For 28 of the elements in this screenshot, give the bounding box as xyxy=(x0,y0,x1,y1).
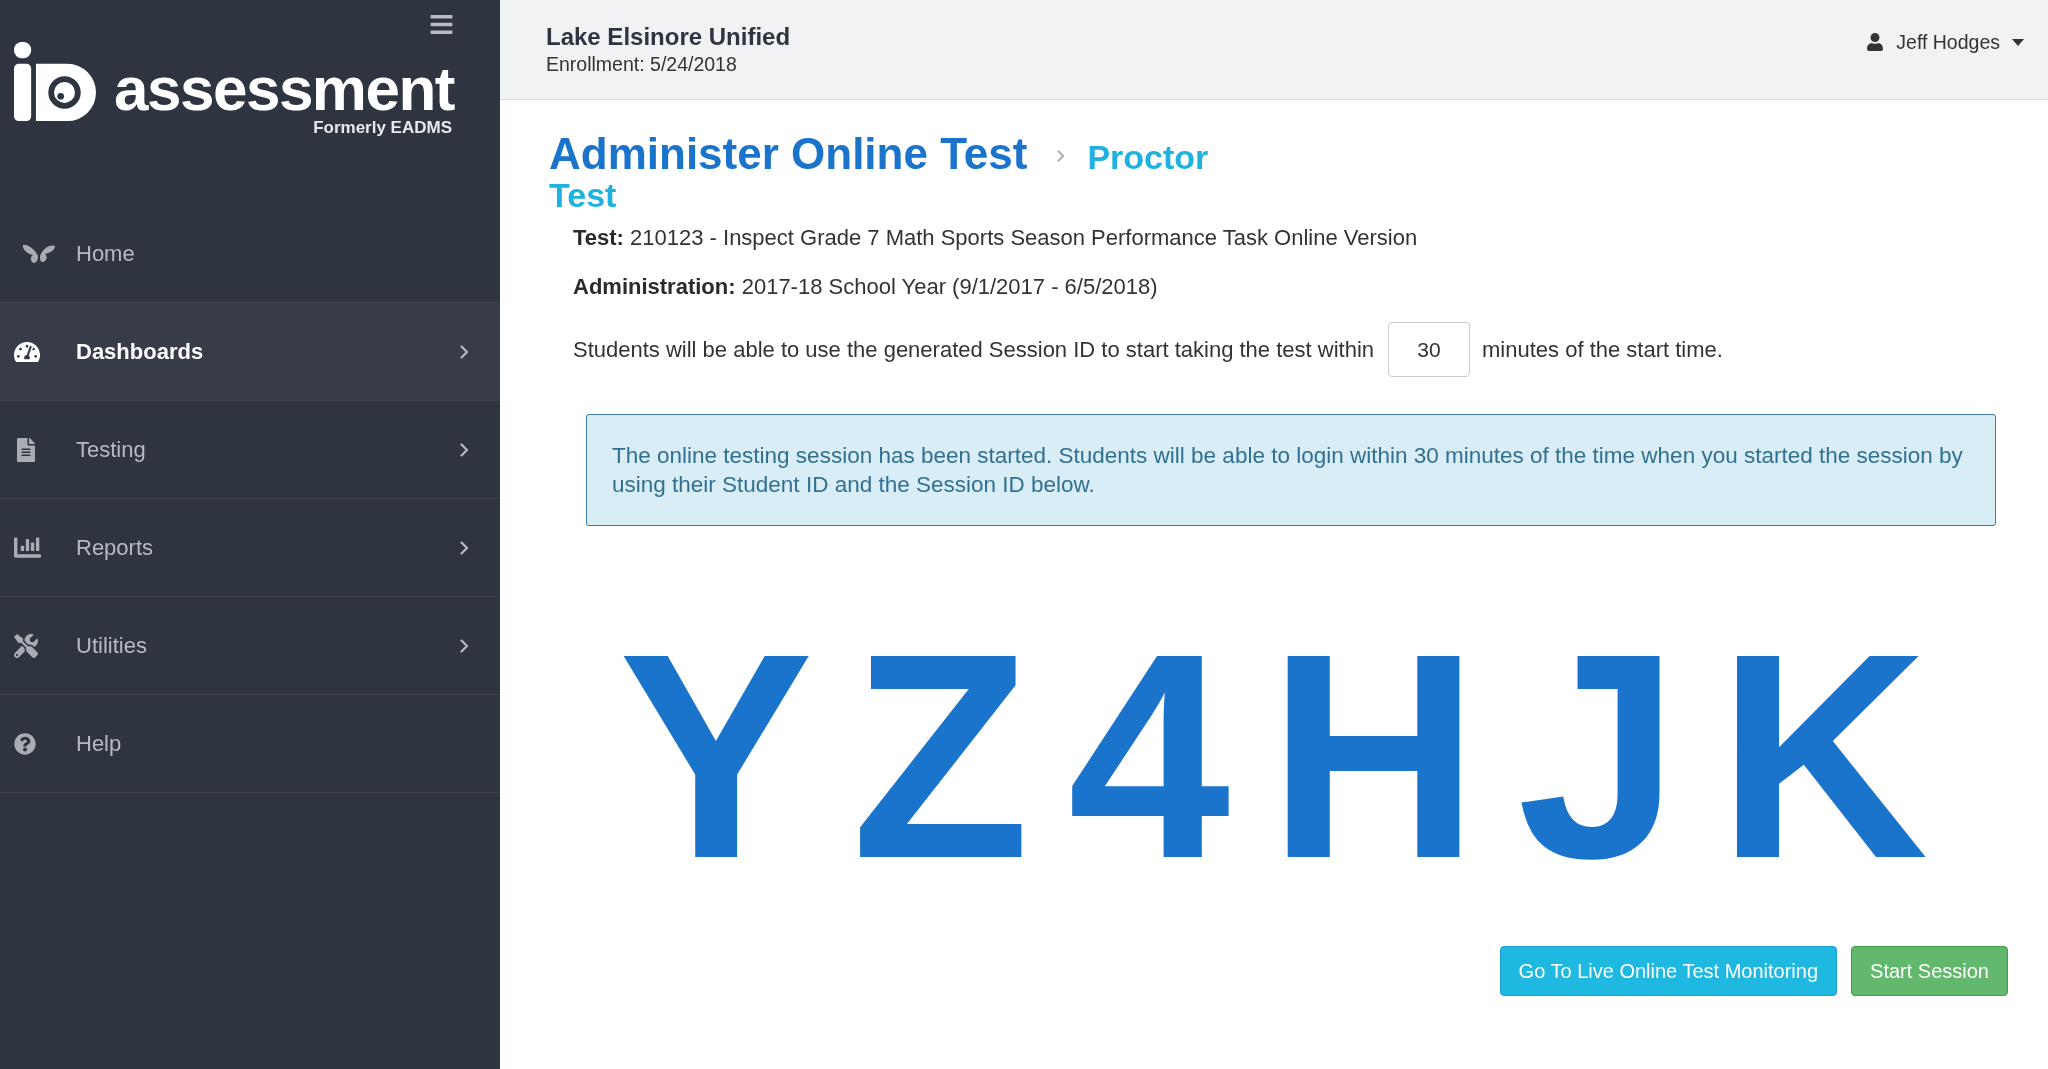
sidebar-item[interactable]: Help xyxy=(0,695,500,793)
session-id-code: YZ4HJK xyxy=(617,610,1967,902)
minutes-input[interactable]: 30 xyxy=(1388,322,1471,377)
user-icon xyxy=(1866,33,1885,51)
sidebar-item[interactable]: Reports xyxy=(0,499,500,597)
instruction-text: Students will be able to use the generated Session ID to start taking the test within xyxy=(573,335,1375,364)
caret-icon xyxy=(2012,38,2024,46)
page-subtitle: Proctor xyxy=(1087,142,1209,172)
enrollment-date: Enrollment: 5/24/2018 xyxy=(546,51,737,77)
sidebar-item[interactable]: Dashboards xyxy=(0,303,500,401)
chevron-right-icon xyxy=(1057,150,1066,162)
detail-line: Administration: 2017-18 School Year (9/1/2017 - 6/5/2018) xyxy=(573,273,1158,301)
menu-icon[interactable] xyxy=(429,12,454,37)
page-subtitle: Test xyxy=(549,180,617,210)
info-alert: The online testing session has been started. Students will be able to login within 30 minutes of the time when you started the session by using their Student ID and the Session ID below. xyxy=(586,414,1996,526)
bar-chart-icon xyxy=(14,534,41,561)
sidebar-item[interactable]: Testing xyxy=(0,401,500,499)
detail-line: Test: 210123 - Inspect Grade 7 Math Sports Season Performance Task Online Version xyxy=(573,224,1418,252)
butterfly-icon xyxy=(22,244,56,263)
document-icon xyxy=(14,437,38,462)
user-menu[interactable]: Jeff Hodges xyxy=(1866,30,2024,54)
instruction-text: minutes of the start time. xyxy=(1482,335,1723,364)
sidebar-item[interactable]: Utilities xyxy=(0,597,500,695)
page-title: Administer Online Test xyxy=(549,128,1028,180)
tools-icon xyxy=(14,633,38,658)
logo-icon xyxy=(14,40,96,123)
district-name: Lake Elsinore Unified xyxy=(546,22,791,51)
help-icon xyxy=(14,732,36,755)
